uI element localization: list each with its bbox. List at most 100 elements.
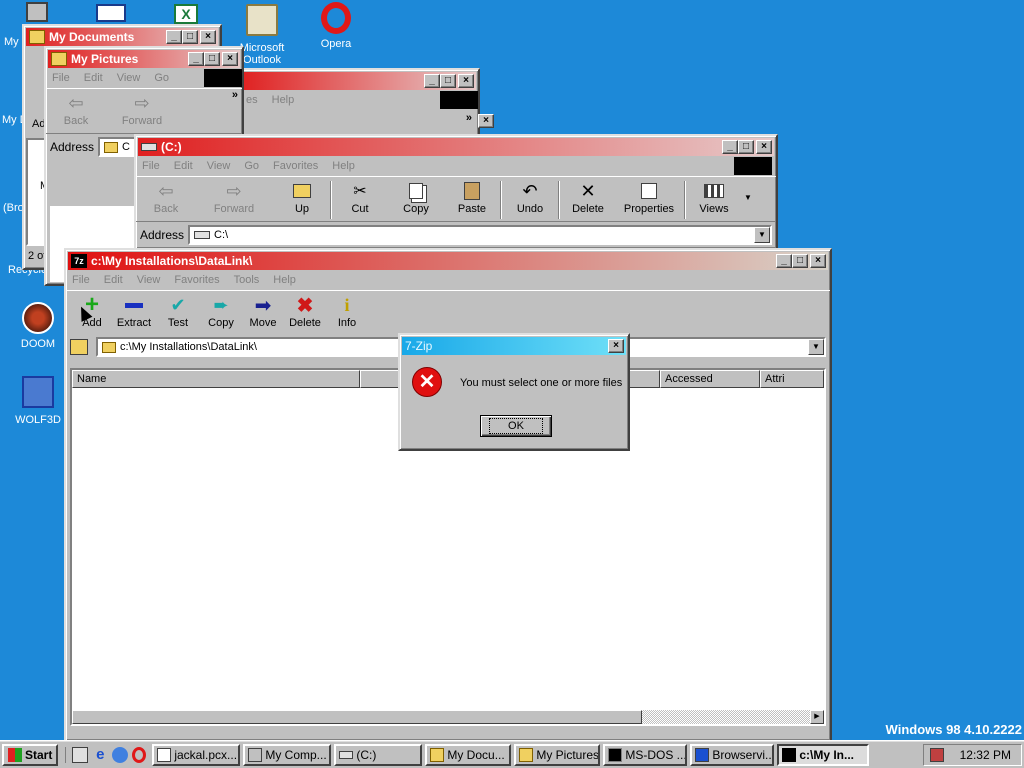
minimize-button[interactable]: _ [722, 140, 738, 154]
forward-button[interactable]: ⇨ Forward [118, 93, 166, 128]
menu-item-view[interactable]: View [117, 72, 141, 84]
menu-item-edit[interactable]: Edit [104, 274, 123, 286]
address-field[interactable]: C:\ ▼ [188, 225, 772, 245]
menu-item-tools[interactable]: Tools [234, 274, 260, 286]
scroll-thumb[interactable] [72, 710, 642, 724]
up-button[interactable]: Up [278, 181, 326, 215]
up-folder-icon[interactable] [70, 339, 88, 355]
forward-button[interactable]: ⇨ Forward [210, 181, 258, 216]
my-computer-icon [26, 2, 48, 22]
minimize-button[interactable]: _ [188, 52, 204, 66]
menu-item-help[interactable]: Help [273, 274, 296, 286]
horizontal-scrollbar[interactable]: ▶ [72, 710, 824, 724]
tray-app-icon[interactable] [929, 747, 944, 762]
maximize-button[interactable]: □ [182, 30, 198, 44]
test-button[interactable]: ✔ Test [156, 295, 200, 330]
dialog-7zip-error[interactable]: 7-Zip × ✕ You must select one or more fi… [398, 333, 630, 451]
close-button[interactable]: × [608, 339, 624, 353]
cut-button[interactable]: ✂ Cut [336, 181, 384, 215]
close-button[interactable]: × [222, 52, 238, 66]
excel-icon[interactable]: X [174, 4, 198, 24]
close-button[interactable]: × [810, 254, 826, 268]
menu-item-favorites[interactable]: Favorites [273, 160, 318, 172]
path-dropdown-button[interactable]: ▼ [808, 339, 824, 355]
menu-item-help[interactable]: Help [332, 160, 355, 172]
menu-item-go[interactable]: Go [154, 72, 169, 84]
address-dropdown-button[interactable]: ▼ [754, 227, 770, 243]
menu-item-view[interactable]: View [137, 274, 161, 286]
menu-item-edit[interactable]: Edit [84, 72, 103, 84]
minimize-button[interactable]: _ [424, 74, 440, 88]
taskbar-button-c-drive[interactable]: (C:) [334, 743, 423, 766]
copy-button[interactable]: ➨ Copy [200, 295, 242, 330]
minimize-button[interactable]: _ [776, 254, 792, 268]
titlebar[interactable]: My Pictures _ □ × [48, 50, 240, 68]
menu-item-file[interactable]: File [72, 274, 90, 286]
extract-button[interactable]: Extract [112, 295, 156, 329]
close-button[interactable]: × [200, 30, 216, 44]
column-header-accessed[interactable]: Accessed [660, 370, 760, 388]
delete-button[interactable]: ✖ Delete [284, 295, 326, 330]
show-desktop-icon[interactable] [72, 746, 89, 763]
column-header-attributes[interactable]: Attri [760, 370, 824, 388]
taskbar-button-my-documents[interactable]: My Docu... [425, 743, 512, 766]
close-button[interactable]: × [458, 74, 474, 88]
taskbar-button-jackal[interactable]: jackal.pcx... [152, 743, 241, 766]
taskbar-button-my-computer[interactable]: My Comp... [243, 743, 332, 766]
maximize-button[interactable]: □ [738, 140, 754, 154]
menu-item-file[interactable]: File [142, 160, 160, 172]
column-header-name[interactable]: Name [72, 370, 360, 388]
titlebar[interactable]: _ □ × [240, 72, 476, 90]
maximize-button[interactable]: □ [792, 254, 808, 268]
opera-icon[interactable] [132, 746, 147, 763]
internet-explorer-icon[interactable]: e [92, 746, 108, 763]
close-button[interactable]: × [756, 140, 772, 154]
address-label: Address [50, 140, 95, 154]
delete-button[interactable]: ✕ Delete [564, 181, 612, 216]
window-7zip[interactable]: 7z c:\My Installations\DataLink\ _ □ × F… [64, 248, 832, 742]
toolbar-chevron[interactable]: » [466, 112, 472, 124]
info-button[interactable]: i Info [326, 295, 368, 330]
properties-button[interactable]: Properties [618, 181, 680, 215]
maximize-button[interactable]: □ [440, 74, 456, 88]
menu-item[interactable]: es [246, 94, 258, 106]
titlebar[interactable]: (C:) _ □ × [138, 138, 774, 156]
dialog-titlebar[interactable]: 7-Zip × [402, 337, 626, 355]
menu-item-help[interactable]: Help [272, 94, 295, 106]
titlebar[interactable]: 7z c:\My Installations\DataLink\ _ □ × [68, 252, 828, 270]
views-button[interactable]: Views [690, 181, 738, 215]
taskbar-button-my-pictures[interactable]: My Pictures [514, 743, 601, 766]
window-c-drive[interactable]: (C:) _ □ × File Edit View Go Favorites H… [134, 134, 778, 250]
window-background-explorer[interactable]: _ □ × es Help » [236, 68, 480, 138]
toolbar: ⇦ Back ⇨ Forward » [46, 88, 242, 134]
undo-button[interactable]: ↶ Undo [506, 181, 554, 216]
paste-button[interactable]: Paste [448, 181, 496, 215]
clock[interactable]: 12:32 PM [960, 748, 1011, 762]
titlebar[interactable]: My Documents _ □ × [26, 28, 218, 46]
back-button[interactable]: ⇦ Back [52, 93, 100, 128]
back-button[interactable]: ⇦ Back [142, 181, 190, 216]
close-button[interactable]: × [478, 114, 494, 128]
channels-icon[interactable] [112, 746, 129, 763]
address-bar: Address C:\ ▼ [136, 224, 776, 246]
views-dropdown-arrow-icon[interactable]: ▼ [744, 193, 752, 202]
taskbar-button-ms-dos[interactable]: MS-DOS ... [603, 743, 688, 766]
toolbar-chevron[interactable]: » [232, 89, 238, 101]
wolf3d-icon [22, 376, 54, 408]
inbox-icon[interactable] [96, 4, 126, 22]
minimize-button[interactable]: _ [166, 30, 182, 44]
start-button[interactable]: Start [2, 743, 59, 766]
menu-item-file[interactable]: File [52, 72, 70, 84]
ok-button[interactable]: OK [480, 415, 552, 437]
copy-button[interactable]: Copy [392, 181, 440, 215]
menu-item-view[interactable]: View [207, 160, 231, 172]
taskbar-button-browservice[interactable]: Browservi... [690, 743, 775, 766]
menu-item-edit[interactable]: Edit [174, 160, 193, 172]
move-button[interactable]: ➡ Move [242, 295, 284, 330]
taskbar-button-7zip[interactable]: c:\My In... [777, 743, 870, 766]
scroll-right-button[interactable]: ▶ [810, 710, 824, 724]
maximize-button[interactable]: □ [204, 52, 220, 66]
desktop-icon-opera[interactable]: Opera [298, 2, 374, 50]
menu-item-go[interactable]: Go [244, 160, 259, 172]
menu-item-favorites[interactable]: Favorites [174, 274, 219, 286]
